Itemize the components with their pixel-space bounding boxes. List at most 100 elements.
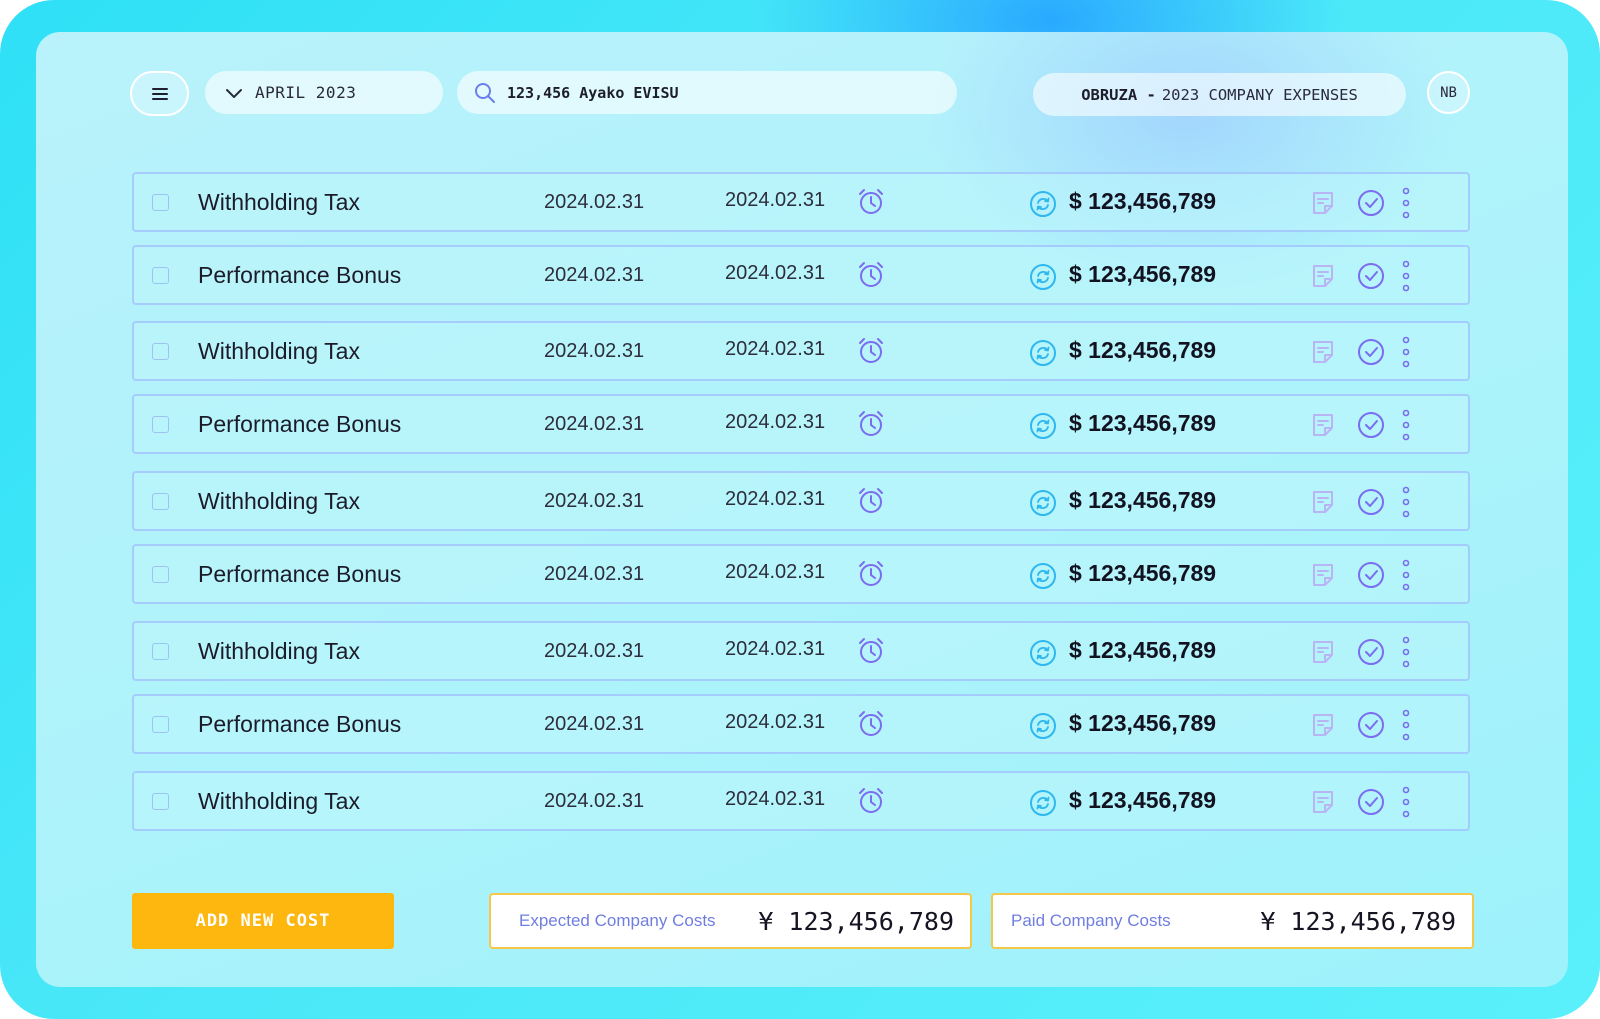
search-box[interactable] (457, 71, 957, 114)
row-checkbox[interactable] (152, 416, 169, 433)
row-checkbox[interactable] (152, 194, 169, 211)
paid-costs-value: ¥ 123,456,789 (1260, 906, 1456, 936)
sync-icon (1030, 413, 1056, 439)
row-name: Withholding Tax (198, 638, 360, 664)
company-title: OBRUZA - 2023 COMPANY EXPENSES (1033, 73, 1406, 116)
table-row[interactable]: Withholding Tax 2024.02.31 2024.02.31 $ … (132, 621, 1470, 681)
more-vertical-icon[interactable] (1400, 259, 1412, 293)
more-vertical-icon[interactable] (1400, 785, 1412, 819)
note-icon[interactable] (1309, 561, 1337, 589)
alarm-clock-icon[interactable] (856, 786, 886, 816)
row-date-start: 2024.02.31 (544, 563, 645, 585)
row-date-start: 2024.02.31 (544, 264, 645, 286)
chevron-down-icon (226, 88, 242, 98)
alarm-clock-icon[interactable] (856, 486, 886, 516)
page-title: 2023 COMPANY EXPENSES (1161, 85, 1358, 104)
row-name: Performance Bonus (198, 411, 402, 437)
row-date-start: 2024.02.31 (544, 490, 645, 512)
row-checkbox[interactable] (152, 793, 169, 810)
row-date-due: 2024.02.31 (725, 189, 826, 211)
alarm-clock-icon[interactable] (856, 260, 886, 290)
check-circle-icon[interactable] (1356, 710, 1386, 740)
row-amount: $ 123,456,789 (1069, 710, 1217, 736)
row-date-due: 2024.02.31 (725, 638, 826, 660)
alarm-clock-icon[interactable] (856, 559, 886, 589)
check-circle-icon[interactable] (1356, 560, 1386, 590)
more-vertical-icon[interactable] (1400, 335, 1412, 369)
row-name: Performance Bonus (198, 262, 402, 288)
table-row[interactable]: Withholding Tax 2024.02.31 2024.02.31 $ … (132, 771, 1470, 831)
table-row[interactable]: Performance Bonus 2024.02.31 2024.02.31 … (132, 394, 1470, 454)
row-date-due: 2024.02.31 (725, 262, 826, 284)
row-checkbox[interactable] (152, 493, 169, 510)
more-vertical-icon[interactable] (1400, 635, 1412, 669)
month-select[interactable]: APRIL 2023 (205, 71, 443, 114)
expected-costs-box: Expected Company Costs ¥ 123,456,789 (489, 893, 972, 949)
avatar[interactable]: NB (1427, 71, 1470, 114)
check-circle-icon[interactable] (1356, 487, 1386, 517)
note-icon[interactable] (1309, 711, 1337, 739)
row-date-due: 2024.02.31 (725, 411, 826, 433)
alarm-clock-icon[interactable] (856, 636, 886, 666)
row-checkbox[interactable] (152, 716, 169, 733)
expected-costs-value: ¥ 123,456,789 (758, 906, 954, 936)
alarm-clock-icon[interactable] (856, 409, 886, 439)
note-icon[interactable] (1309, 488, 1337, 516)
check-circle-icon[interactable] (1356, 410, 1386, 440)
search-icon (475, 82, 495, 103)
add-new-cost-button[interactable]: ADD NEW COST (132, 893, 394, 949)
table-row[interactable]: Performance Bonus 2024.02.31 2024.02.31 … (132, 694, 1470, 754)
row-date-start: 2024.02.31 (544, 191, 645, 213)
note-icon[interactable] (1309, 638, 1337, 666)
row-name: Withholding Tax (198, 788, 360, 814)
row-date-start: 2024.02.31 (544, 640, 645, 662)
alarm-clock-icon[interactable] (856, 336, 886, 366)
paid-costs-label: Paid Company Costs (1011, 911, 1171, 930)
check-circle-icon[interactable] (1356, 261, 1386, 291)
row-date-start: 2024.02.31 (544, 790, 645, 812)
note-icon[interactable] (1309, 338, 1337, 366)
more-vertical-icon[interactable] (1400, 708, 1412, 742)
row-amount: $ 123,456,789 (1069, 560, 1217, 586)
table-row[interactable]: Performance Bonus 2024.02.31 2024.02.31 … (132, 544, 1470, 604)
table-row[interactable]: Withholding Tax 2024.02.31 2024.02.31 $ … (132, 172, 1470, 232)
month-label: APRIL 2023 (255, 83, 357, 102)
row-checkbox[interactable] (152, 267, 169, 284)
table-row[interactable]: Withholding Tax 2024.02.31 2024.02.31 $ … (132, 471, 1470, 531)
row-date-due: 2024.02.31 (725, 338, 826, 360)
row-amount: $ 123,456,789 (1069, 787, 1217, 813)
table-row[interactable]: Withholding Tax 2024.02.31 2024.02.31 $ … (132, 321, 1470, 381)
row-checkbox[interactable] (152, 643, 169, 660)
more-vertical-icon[interactable] (1400, 408, 1412, 442)
search-input[interactable] (507, 83, 927, 102)
row-amount: $ 123,456,789 (1069, 410, 1217, 436)
row-checkbox[interactable] (152, 566, 169, 583)
row-date-start: 2024.02.31 (544, 413, 645, 435)
note-icon[interactable] (1309, 262, 1337, 290)
check-circle-icon[interactable] (1356, 787, 1386, 817)
alarm-clock-icon[interactable] (856, 187, 886, 217)
sync-icon (1030, 264, 1056, 290)
more-vertical-icon[interactable] (1400, 485, 1412, 519)
note-icon[interactable] (1309, 189, 1337, 217)
brand-name: OBRUZA - (1081, 85, 1156, 104)
more-vertical-icon[interactable] (1400, 558, 1412, 592)
sync-icon (1030, 563, 1056, 589)
menu-button[interactable] (130, 71, 189, 116)
sync-icon (1030, 490, 1056, 516)
note-icon[interactable] (1309, 411, 1337, 439)
alarm-clock-icon[interactable] (856, 709, 886, 739)
row-date-due: 2024.02.31 (725, 711, 826, 733)
sync-icon (1030, 340, 1056, 366)
table-row[interactable]: Performance Bonus 2024.02.31 2024.02.31 … (132, 245, 1470, 305)
check-circle-icon[interactable] (1356, 188, 1386, 218)
row-date-start: 2024.02.31 (544, 713, 645, 735)
row-checkbox[interactable] (152, 343, 169, 360)
row-name: Performance Bonus (198, 561, 402, 587)
check-circle-icon[interactable] (1356, 637, 1386, 667)
hamburger-menu-icon (151, 87, 168, 100)
more-vertical-icon[interactable] (1400, 186, 1412, 220)
sync-icon (1030, 790, 1056, 816)
check-circle-icon[interactable] (1356, 337, 1386, 367)
note-icon[interactable] (1309, 788, 1337, 816)
